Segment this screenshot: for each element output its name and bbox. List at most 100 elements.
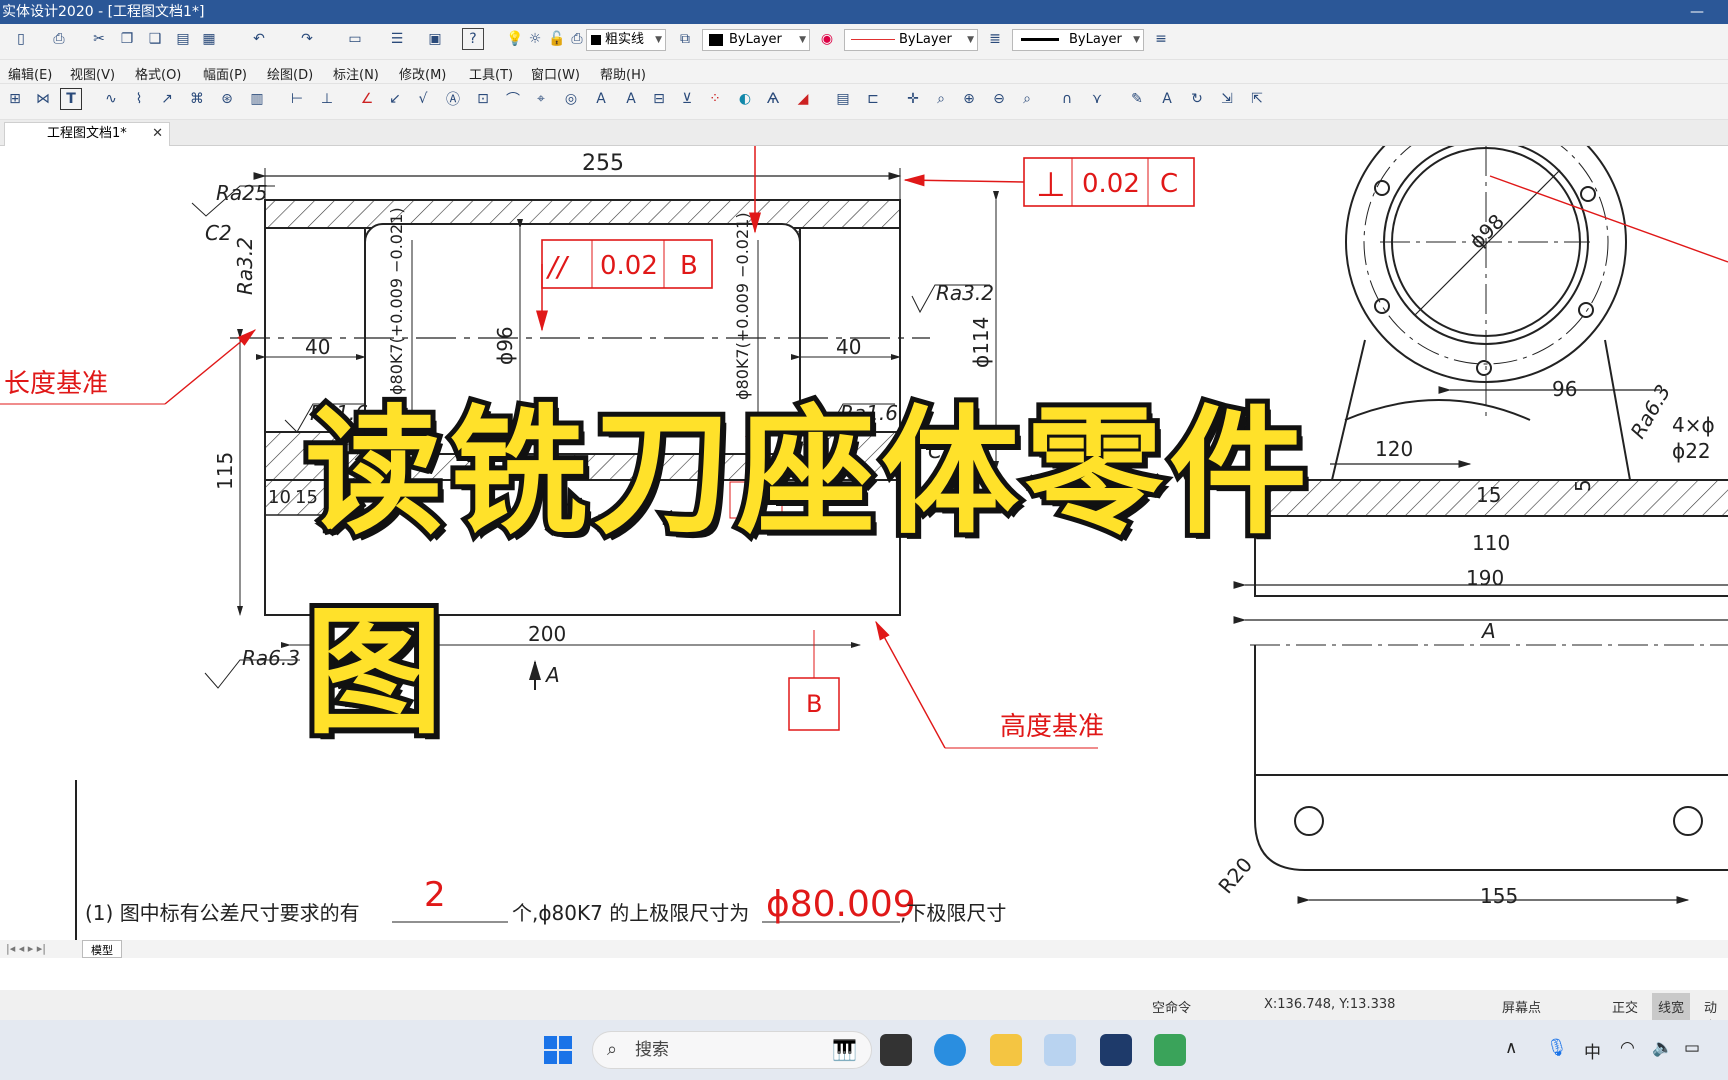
weld-icon[interactable]: ⌒ <box>502 88 524 110</box>
minimize-button[interactable]: — <box>1690 0 1704 24</box>
layer-bulb-icon[interactable]: 💡 <box>504 28 526 50</box>
save-icon[interactable]: ▣ <box>424 28 446 50</box>
lineweight-toggle[interactable]: 线宽 <box>1652 993 1691 1020</box>
tab-model[interactable]: 模型 <box>82 940 122 958</box>
arrow-icon[interactable]: ↗ <box>156 88 178 110</box>
document-icon[interactable]: ▭ <box>344 28 366 50</box>
tolerance-icon[interactable]: ⊡ <box>472 88 494 110</box>
properties-icon[interactable]: ☰ <box>386 28 408 50</box>
magnet-icon[interactable]: ∩ <box>1056 88 1078 110</box>
file-explorer-icon[interactable] <box>990 1034 1022 1066</box>
menu-view[interactable]: 视图(V) <box>70 64 115 83</box>
lineweight-select[interactable]: ByLayer ▼ <box>1012 29 1144 51</box>
close-icon[interactable]: ✕ <box>152 123 163 145</box>
start-icon[interactable] <box>542 1034 574 1066</box>
menu-modify[interactable]: 修改(M) <box>399 64 446 83</box>
snap-mode[interactable]: 屏幕点 <box>1502 997 1541 1016</box>
paste-icon[interactable]: ❑ <box>144 28 166 50</box>
wifi-icon[interactable]: ◠ <box>1620 1038 1635 1058</box>
menu-tools[interactable]: 工具(T) <box>469 64 513 83</box>
microphone-icon[interactable]: 🎙 <box>1546 1038 1568 1058</box>
clipboard-icon[interactable]: ▤ <box>172 28 194 50</box>
dim-40-right: 40 <box>836 335 861 359</box>
stack-icon[interactable]: ⊟ <box>648 88 670 110</box>
zoom-window-icon[interactable]: ⌕ <box>930 88 952 110</box>
angle-dim-icon[interactable]: ∠ <box>356 88 378 110</box>
annotation-icon[interactable]: A <box>620 88 642 110</box>
base-dim-icon[interactable]: ⊥ <box>316 88 338 110</box>
media-app-icon[interactable] <box>1154 1034 1186 1066</box>
zoom-all-icon[interactable]: ⌕ <box>1016 88 1038 110</box>
volume-icon[interactable]: 🔈 <box>1652 1038 1673 1058</box>
edit-icon[interactable]: ✎ <box>1126 88 1148 110</box>
menu-format[interactable]: 格式(O) <box>135 64 181 83</box>
cut-plane-icon[interactable]: ⊻ <box>676 88 698 110</box>
layer-select[interactable]: 粗实线 ▼ <box>586 29 666 51</box>
globe-icon[interactable]: ◐ <box>734 88 756 110</box>
roughness-icon[interactable]: √ <box>412 88 434 110</box>
leader-icon[interactable]: ↙ <box>384 88 406 110</box>
spline-icon[interactable]: ∿ <box>100 88 122 110</box>
layer-sun-icon[interactable]: ☼ <box>524 28 546 50</box>
menu-draw[interactable]: 绘图(D) <box>267 64 313 83</box>
layer-manager-icon[interactable]: ⧉ <box>674 28 696 50</box>
ortho-toggle[interactable]: 正交 <box>1612 997 1638 1016</box>
chevron-up-icon[interactable]: ∧ <box>1505 1038 1517 1058</box>
print-icon[interactable]: ⎙ <box>48 28 70 50</box>
menu-sheet[interactable]: 幅面(P) <box>203 64 247 83</box>
lineweight-icon[interactable]: ≣ <box>984 28 1006 50</box>
chamfer-c2-left: C2 <box>205 221 232 245</box>
redo-icon[interactable]: ↷ <box>296 28 318 50</box>
wave-icon[interactable]: ⌇ <box>128 88 150 110</box>
fill-icon[interactable]: ◢ <box>792 88 814 110</box>
ruler-icon[interactable]: ⊏ <box>862 88 884 110</box>
view-icon[interactable]: ⊛ <box>216 88 238 110</box>
edge-browser-icon[interactable] <box>934 1034 966 1066</box>
taskbar-search[interactable]: ⌕ 搜索 🎹 <box>592 1031 872 1069</box>
block-icon[interactable]: ▥ <box>246 88 268 110</box>
new-file-icon[interactable]: ▯ <box>10 28 32 50</box>
color-wheel-icon[interactable]: ◉ <box>816 28 838 50</box>
zoom-in-icon[interactable]: ⊕ <box>958 88 980 110</box>
menu-window[interactable]: 窗口(W) <box>531 64 580 83</box>
text-icon[interactable]: T <box>60 88 82 110</box>
tab-nav-arrows-icon[interactable]: |◂ ◂ ▸ ▸| <box>6 942 46 955</box>
task-view-icon[interactable] <box>880 1034 912 1066</box>
cad-app-icon[interactable] <box>1044 1034 1076 1066</box>
coordinate-icon[interactable]: ⋈ <box>32 88 54 110</box>
menu-edit[interactable]: 编辑(E) <box>8 64 52 83</box>
layer-lock-icon[interactable]: 🔓 <box>546 28 568 50</box>
rotate-icon[interactable]: ↻ <box>1186 88 1208 110</box>
color-select[interactable]: ByLayer ▼ <box>702 29 810 51</box>
help-icon[interactable]: ? <box>462 28 484 50</box>
cut-icon[interactable]: ✂ <box>88 28 110 50</box>
table-icon[interactable]: ⊞ <box>4 88 26 110</box>
undo-icon[interactable]: ↶ <box>248 28 270 50</box>
menu-dimension[interactable]: 标注(N) <box>333 64 379 83</box>
datum-icon[interactable]: Ⓐ <box>442 88 464 110</box>
hatch-icon[interactable]: ⌘ <box>186 88 208 110</box>
layer-print-icon[interactable]: ⎙ <box>566 28 588 50</box>
more-icon[interactable]: ≡ <box>1150 28 1172 50</box>
text-edit-icon[interactable]: A <box>1156 88 1178 110</box>
text-style-icon[interactable]: A <box>590 88 612 110</box>
battery-icon[interactable]: ▭ <box>1684 1038 1700 1058</box>
format-painter-icon[interactable]: ▦ <box>198 28 220 50</box>
arc-text-icon[interactable]: Ѧ <box>762 88 784 110</box>
ime-indicator[interactable]: 中 <box>1584 1038 1601 1063</box>
zoom-out-icon[interactable]: ⊖ <box>988 88 1010 110</box>
menu-help[interactable]: 帮助(H) <box>600 64 646 83</box>
snap-icon[interactable]: ⋎ <box>1086 88 1108 110</box>
hole-icon[interactable]: ◎ <box>560 88 582 110</box>
list-icon[interactable]: ▤ <box>832 88 854 110</box>
pan-icon[interactable]: ✛ <box>902 88 924 110</box>
linear-dim-icon[interactable]: ⊢ <box>286 88 308 110</box>
export-icon[interactable]: ⇲ <box>1216 88 1238 110</box>
dots-icon[interactable]: ⁘ <box>704 88 726 110</box>
copy-icon[interactable]: ❐ <box>116 28 138 50</box>
center-mark-icon[interactable]: ⌖ <box>530 88 552 110</box>
import-icon[interactable]: ⇱ <box>1246 88 1268 110</box>
tab-drawing-document[interactable]: 工程图文档1* ✕ <box>4 122 170 146</box>
screen-recorder-icon[interactable] <box>1100 1034 1132 1066</box>
linetype-select[interactable]: ByLayer ▼ <box>844 29 978 51</box>
